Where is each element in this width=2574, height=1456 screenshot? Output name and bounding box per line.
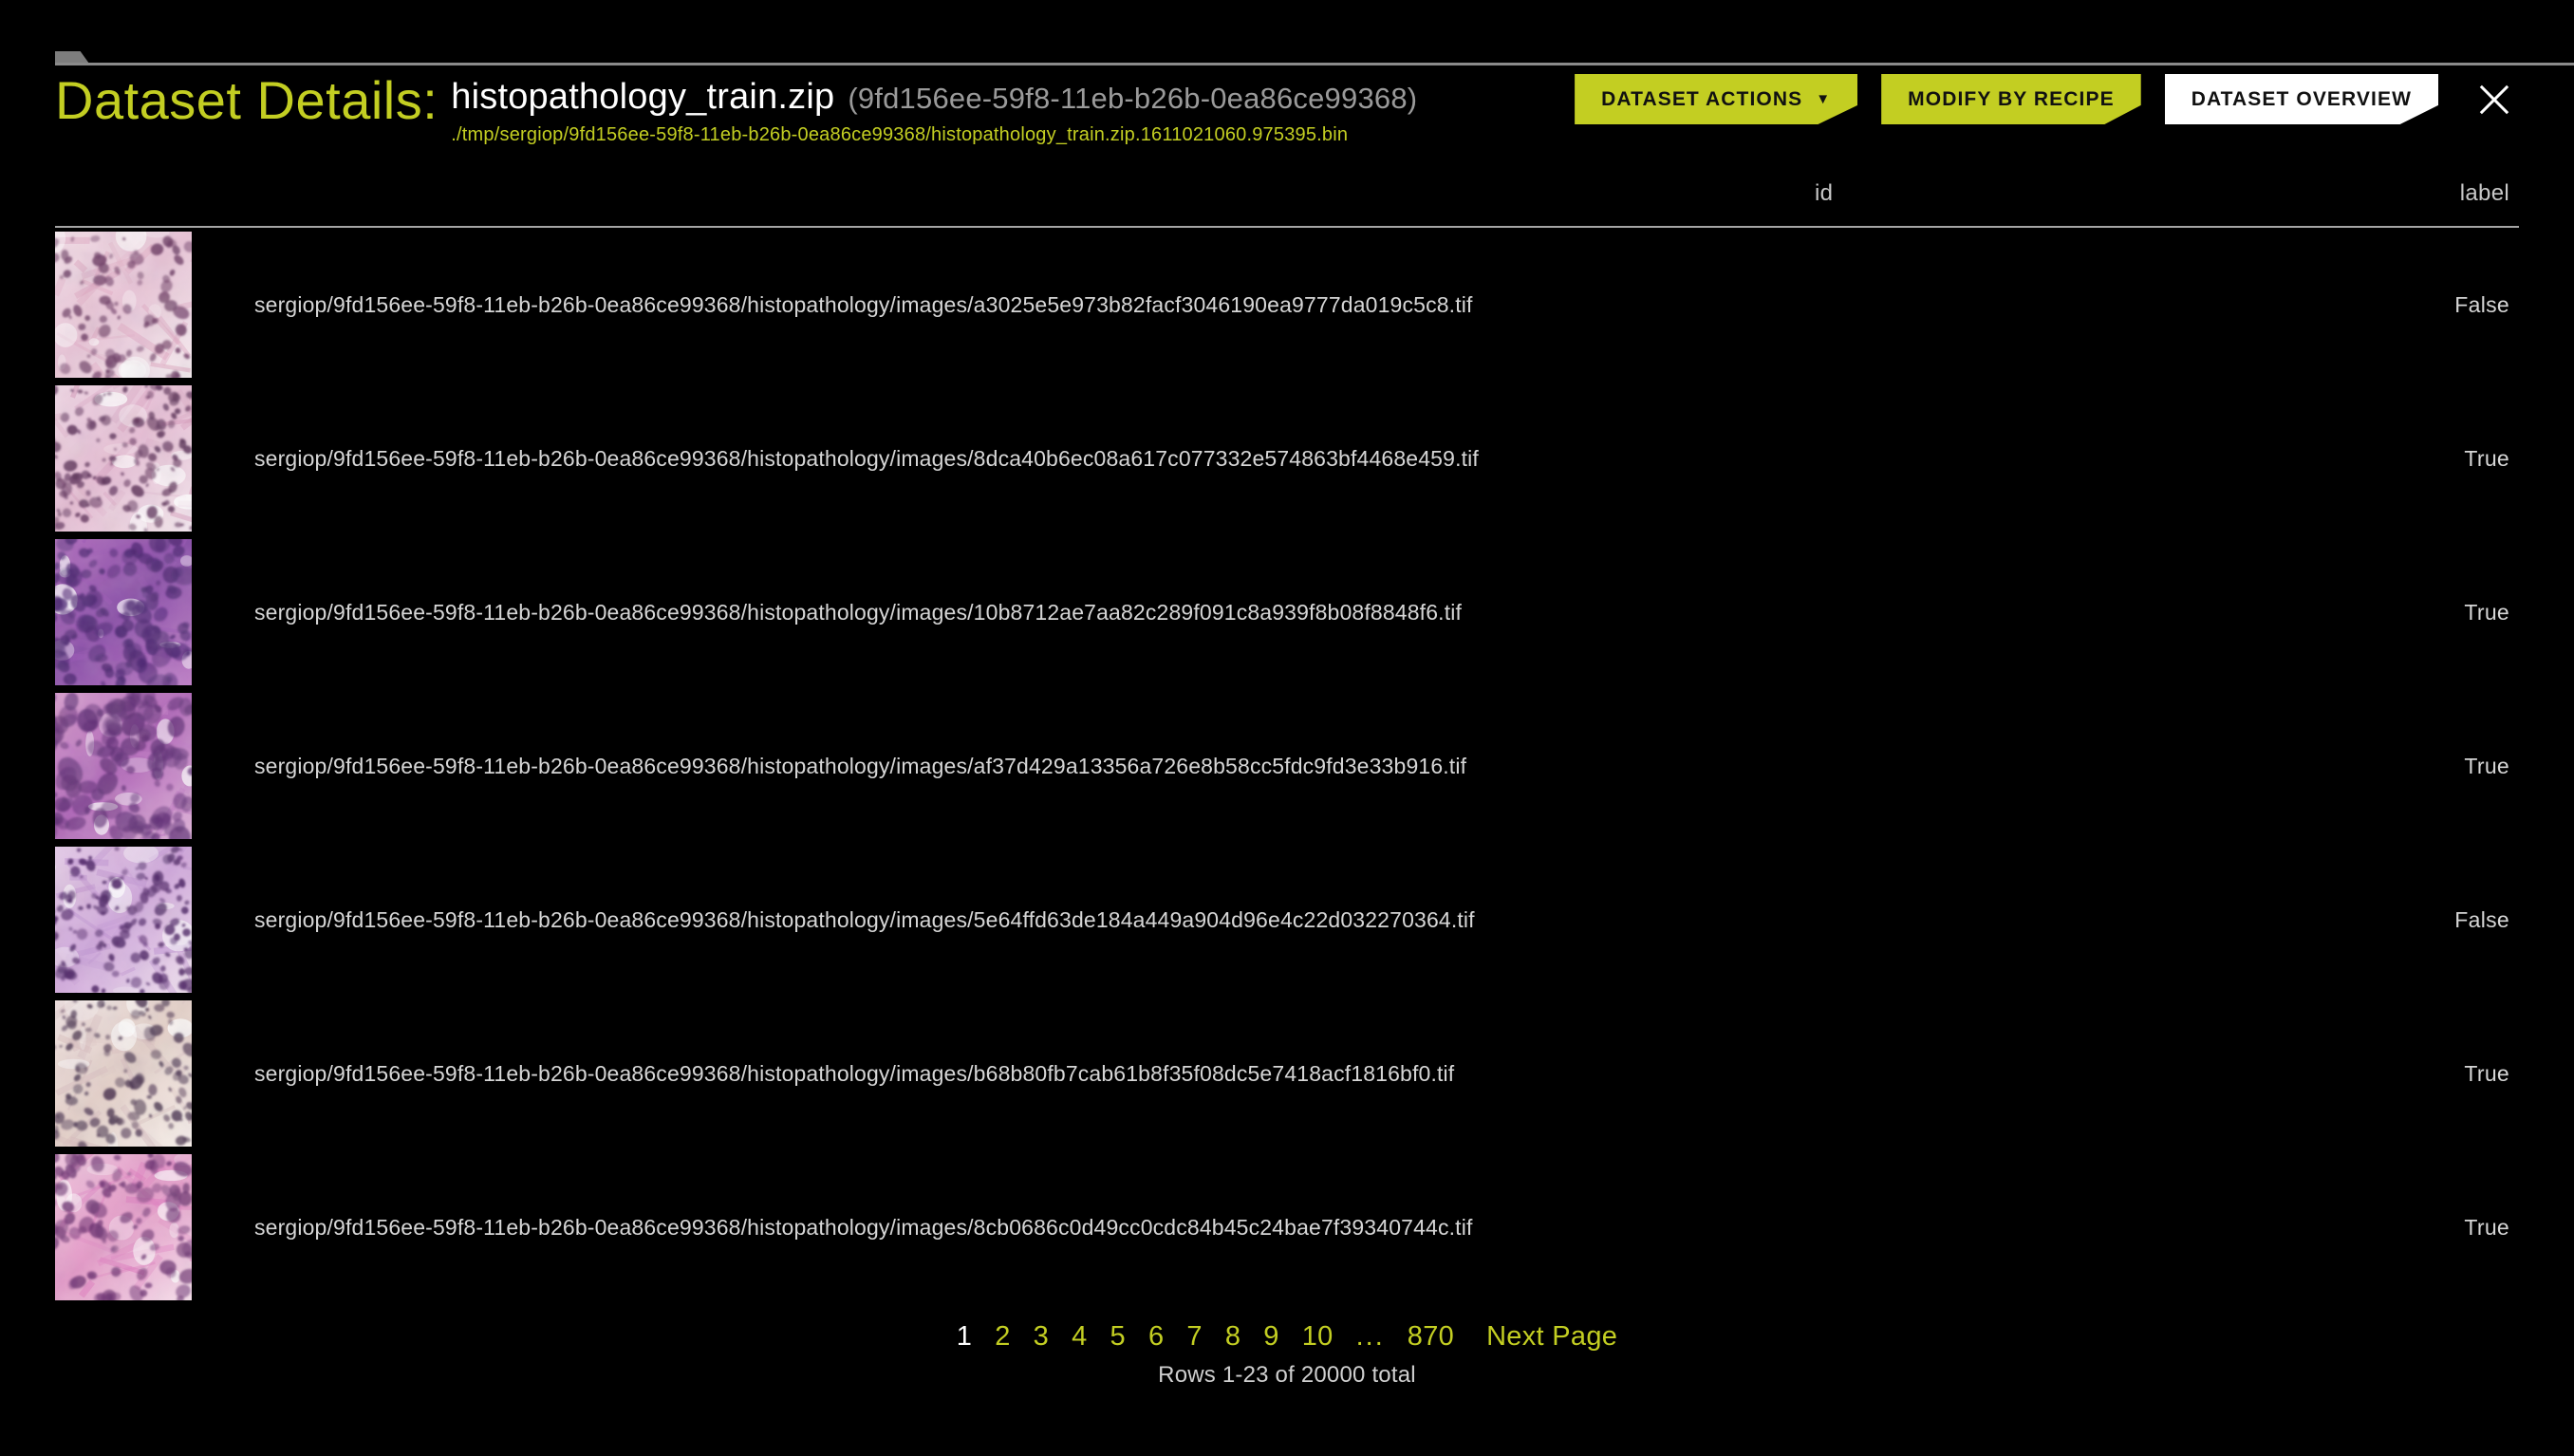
cell-label: False [2454, 906, 2509, 932]
close-icon[interactable] [2470, 75, 2519, 124]
pagination: 1 2 3 4 5 6 7 8 9 10... 870 Next Page Rows 1-23 of … [0, 1321, 2574, 1389]
table-row[interactable]: sergiop/9fd156ee-59f8-11eb-b26b-0ea86ce9… [55, 1150, 2519, 1304]
histopathology-thumbnail-5[interactable] [55, 847, 192, 993]
page-link-7[interactable]: 7 [1175, 1321, 1213, 1353]
table-row[interactable]: sergiop/9fd156ee-59f8-11eb-b26b-0ea86ce9… [55, 382, 2519, 535]
table-row[interactable]: sergiop/9fd156ee-59f8-11eb-b26b-0ea86ce9… [55, 843, 2519, 997]
pagination-links: 1 2 3 4 5 6 7 8 9 10... 870 Next Page [945, 1321, 1629, 1353]
cell-id: sergiop/9fd156ee-59f8-11eb-b26b-0ea86ce9… [254, 599, 1463, 625]
page-header: Dataset Details: histopathology_train.zi… [0, 66, 2574, 173]
table-row[interactable]: sergiop/9fd156ee-59f8-11eb-b26b-0ea86ce9… [55, 689, 2519, 843]
cell-id: sergiop/9fd156ee-59f8-11eb-b26b-0ea86ce9… [254, 445, 1479, 471]
dataset-file-path: ./tmp/sergiop/9fd156ee-59f8-11eb-b26b-0e… [451, 124, 1349, 145]
table-row[interactable]: sergiop/9fd156ee-59f8-11eb-b26b-0ea86ce9… [55, 535, 2519, 689]
dataset-file-name: histopathology_train.zip [451, 77, 835, 117]
page-link-2[interactable]: 2 [983, 1321, 1021, 1353]
table-header-row: id label [55, 180, 2519, 226]
cell-label: True [2464, 445, 2509, 471]
histopathology-thumbnail-7[interactable] [55, 1154, 192, 1300]
rows-total-label: Rows 1-23 of 20000 total [1158, 1362, 1416, 1388]
table-row[interactable]: sergiop/9fd156ee-59f8-11eb-b26b-0ea86ce9… [55, 997, 2519, 1150]
cell-label: True [2464, 599, 2509, 625]
page-link-6[interactable]: 6 [1137, 1321, 1175, 1353]
page-link-9[interactable]: 9 [1252, 1321, 1290, 1353]
page-link-5[interactable]: 5 [1099, 1321, 1137, 1353]
page-link-3[interactable]: 3 [1022, 1321, 1060, 1353]
dataset-overview-button[interactable]: DATASET OVERVIEW [2164, 74, 2438, 124]
dataset-overview-label: DATASET OVERVIEW [2191, 87, 2412, 110]
dataset-actions-label: DATASET ACTIONS [1601, 87, 1803, 110]
header-divider [55, 63, 2574, 65]
page-link-1: 1 [956, 1321, 973, 1352]
dataset-actions-button[interactable]: DATASET ACTIONS ▼ [1575, 74, 1858, 124]
cell-id: sergiop/9fd156ee-59f8-11eb-b26b-0ea86ce9… [254, 906, 1475, 932]
header-actions: DATASET ACTIONS ▼ MODIFY BY RECIPE DATAS… [1575, 74, 2519, 124]
cell-id: sergiop/9fd156ee-59f8-11eb-b26b-0ea86ce9… [254, 1060, 1455, 1086]
cell-label: True [2464, 1060, 2509, 1086]
histopathology-thumbnail-4[interactable] [55, 693, 192, 839]
histopathology-thumbnail-2[interactable] [55, 385, 192, 532]
cell-label: True [2464, 1214, 2509, 1240]
cell-id: sergiop/9fd156ee-59f8-11eb-b26b-0ea86ce9… [254, 291, 1473, 317]
page-link-last[interactable]: 870 [1396, 1321, 1465, 1353]
column-header-id[interactable]: id [1815, 180, 1833, 207]
table-body: sergiop/9fd156ee-59f8-11eb-b26b-0ea86ce9… [55, 228, 2519, 1329]
dataset-details-page: Dataset Details: histopathology_train.zi… [0, 0, 2574, 1456]
modify-by-recipe-label: MODIFY BY RECIPE [1908, 87, 2115, 110]
page-link-4[interactable]: 4 [1060, 1321, 1098, 1353]
dataset-table: id label sergiop/9fd156ee-59f8-11eb-b26b… [55, 180, 2519, 1329]
page-title: Dataset Details: [55, 70, 438, 130]
page-link-10[interactable]: 10 [1291, 1321, 1345, 1353]
histopathology-thumbnail-1[interactable] [55, 232, 192, 378]
histopathology-thumbnail-3[interactable] [55, 539, 192, 685]
table-row[interactable]: sergiop/9fd156ee-59f8-11eb-b26b-0ea86ce9… [55, 228, 2519, 382]
cell-label: True [2464, 753, 2509, 778]
modify-by-recipe-button[interactable]: MODIFY BY RECIPE [1881, 74, 2141, 124]
pagination-ellipsis: ... [1355, 1321, 1385, 1352]
column-header-label[interactable]: label [2460, 180, 2509, 207]
dataset-uuid: (9fd156ee-59f8-11eb-b26b-0ea86ce99368) [848, 82, 1418, 115]
title-block: Dataset Details: histopathology_train.zi… [55, 70, 1417, 148]
histopathology-thumbnail-6[interactable] [55, 1000, 192, 1147]
chevron-down-icon: ▼ [1816, 91, 1832, 107]
cell-id: sergiop/9fd156ee-59f8-11eb-b26b-0ea86ce9… [254, 753, 1467, 778]
next-page-button[interactable]: Next Page [1465, 1321, 1629, 1353]
cell-id: sergiop/9fd156ee-59f8-11eb-b26b-0ea86ce9… [254, 1214, 1473, 1240]
cell-label: False [2454, 291, 2509, 317]
page-link-8[interactable]: 8 [1214, 1321, 1252, 1353]
